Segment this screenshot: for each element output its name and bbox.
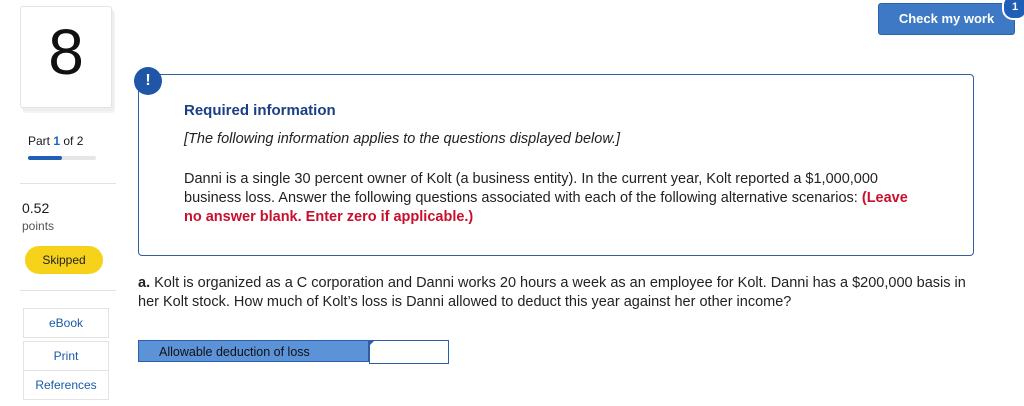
print-button[interactable]: Print [23,341,109,371]
answer-input[interactable] [369,340,449,364]
part-progress-fill [28,156,62,160]
check-my-work-button[interactable]: Check my work [878,3,1015,35]
part-prefix: Part [28,134,54,148]
part-suffix: of 2 [60,134,84,148]
divider [20,290,116,291]
question-number: 8 [48,16,84,88]
attempts-badge: 1 [1002,0,1024,20]
required-body-text: Danni is a single 30 percent owner of Ko… [184,171,878,206]
ebook-button[interactable]: eBook [23,308,109,338]
question-body: Kolt is organized as a C corporation and… [138,275,966,310]
points-value: 0.52 [22,200,50,216]
part-progress-bar [28,156,96,160]
required-body: Danni is a single 30 percent owner of Ko… [184,170,924,227]
references-button[interactable]: References [23,370,109,400]
required-title: Required information [184,102,336,119]
question-number-card: 8 [20,6,112,108]
part-indicator: Part 1 of 2 [28,134,83,148]
alert-icon: ! [134,67,162,95]
divider [20,183,116,184]
answer-label: Allowable deduction of loss [138,340,369,362]
question-text: a. Kolt is organized as a C corporation … [138,274,988,312]
question-letter: a. [138,275,151,291]
input-corner-marker [369,340,375,346]
status-badge: Skipped [25,246,103,274]
points-label: points [22,219,55,233]
required-subtitle: [The following information applies to th… [184,131,621,147]
